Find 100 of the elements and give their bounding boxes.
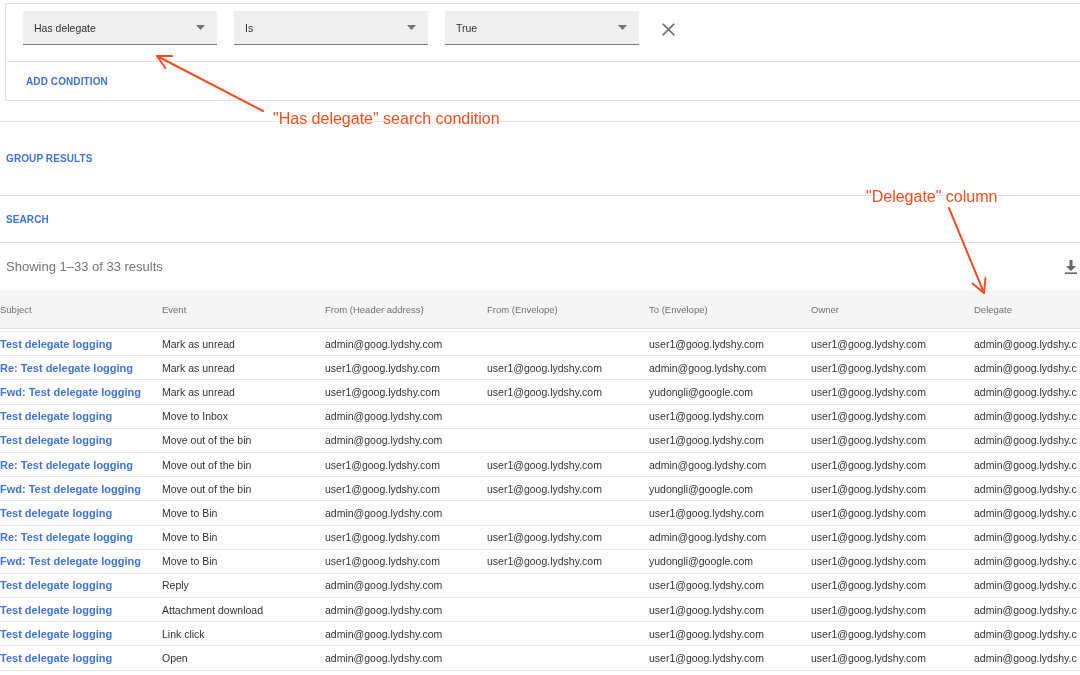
table-cell: admin@goog.lydshy.com xyxy=(325,506,443,519)
subject-link[interactable]: Re: Test delegate logging xyxy=(0,531,134,544)
table-cell: admin@goog.lydshy.com xyxy=(325,603,443,616)
subject-link[interactable]: Fwd: Test delegate logging xyxy=(0,385,141,398)
table-cell: user1@goog.lydshy.com xyxy=(811,385,926,398)
subject-link[interactable]: Test delegate logging xyxy=(0,506,113,519)
results-count: Showing 1–33 of 33 results xyxy=(6,259,163,274)
table-cell: user1@goog.lydshy.com xyxy=(811,627,926,640)
table-cell: user1@goog.lydshy.com xyxy=(487,482,602,495)
table-cell: admin@goog.lydshy.com xyxy=(325,434,443,447)
subject-link[interactable]: Re: Test delegate logging xyxy=(0,361,134,374)
table-cell: user1@goog.lydshy.com xyxy=(325,458,440,471)
table-cell: admin@goog.lydshy.c xyxy=(974,603,1077,616)
table-cell: admin@goog.lydshy.c xyxy=(974,434,1077,447)
table-cell: user1@goog.lydshy.com xyxy=(649,627,764,640)
subject-link[interactable]: Test delegate logging xyxy=(0,434,113,447)
table-cell: yudongli@google.com xyxy=(649,555,754,568)
table-cell: user1@goog.lydshy.com xyxy=(325,385,440,398)
table-cell: admin@goog.lydshy.c xyxy=(974,482,1077,495)
subject-link[interactable]: Fwd: Test delegate logging xyxy=(0,555,141,568)
table-cell: admin@goog.lydshy.c xyxy=(974,506,1077,519)
column-header: Delegate xyxy=(974,303,1013,315)
search-button[interactable]: SEARCH xyxy=(6,213,49,225)
table-cell: admin@goog.lydshy.c xyxy=(974,579,1077,592)
table-cell: user1@goog.lydshy.com xyxy=(811,579,926,592)
column-header: From (Header address) xyxy=(325,303,424,315)
table-cell: user1@goog.lydshy.com xyxy=(811,555,926,568)
subject-link[interactable]: Test delegate logging xyxy=(0,603,113,616)
annotation-text: "Delegate" column xyxy=(866,188,998,206)
caret-icon xyxy=(407,25,416,30)
table-cell: user1@goog.lydshy.com xyxy=(811,531,926,544)
table-cell: user1@goog.lydshy.com xyxy=(811,458,926,471)
table-cell: admin@goog.lydshy.com xyxy=(325,627,443,640)
table-cell: admin@goog.lydshy.c xyxy=(974,627,1077,640)
table-cell: user1@goog.lydshy.com xyxy=(487,458,602,471)
subject-link[interactable]: Test delegate logging xyxy=(0,579,113,592)
table-cell: admin@goog.lydshy.c xyxy=(974,531,1077,544)
select-field[interactable]: Has delegate xyxy=(23,11,217,45)
group-results-button[interactable]: GROUP RESULTS xyxy=(6,153,93,164)
table-cell: user1@goog.lydshy.com xyxy=(325,361,440,374)
table-cell: Link click xyxy=(162,627,205,640)
table-cell: user1@goog.lydshy.com xyxy=(649,506,764,519)
table-cell: user1@goog.lydshy.com xyxy=(649,579,764,592)
table-cell: Mark as unread xyxy=(162,337,235,350)
table-cell: user1@goog.lydshy.com xyxy=(325,555,440,568)
column-header: Owner xyxy=(811,303,839,315)
table-cell: user1@goog.lydshy.com xyxy=(487,385,602,398)
table-cell: Move to Bin xyxy=(162,531,218,544)
table-cell: Move to Bin xyxy=(162,506,218,519)
table-cell: Move out of the bin xyxy=(162,458,252,471)
subject-link[interactable]: Test delegate logging xyxy=(0,627,113,640)
table-cell: user1@goog.lydshy.com xyxy=(811,603,926,616)
add-condition-button[interactable]: ADD CONDITION xyxy=(26,75,108,87)
subject-link[interactable]: Re: Test delegate logging xyxy=(0,458,134,471)
table-cell: Attachment download xyxy=(162,603,263,616)
table-cell: admin@goog.lydshy.c xyxy=(974,410,1077,423)
table-cell: Open xyxy=(162,652,188,665)
table-cell: admin@goog.lydshy.c xyxy=(974,337,1077,350)
table-cell: user1@goog.lydshy.com xyxy=(811,410,926,423)
subject-link[interactable]: Fwd: Test delegate logging xyxy=(0,482,141,495)
column-header: Subject xyxy=(0,303,32,315)
table-cell: user1@goog.lydshy.com xyxy=(811,337,926,350)
table-cell: user1@goog.lydshy.com xyxy=(649,337,764,350)
table-cell: admin@goog.lydshy.com xyxy=(649,531,767,544)
table-cell: user1@goog.lydshy.com xyxy=(487,555,602,568)
table-cell: admin@goog.lydshy.c xyxy=(974,555,1077,568)
annotation-text: "Has delegate" search condition xyxy=(273,110,500,128)
table-cell: Mark as unread xyxy=(162,361,235,374)
table-cell: Reply xyxy=(162,579,189,592)
table-cell: yudongli@google.com xyxy=(649,482,754,495)
table-cell: Move out of the bin xyxy=(162,434,252,447)
table-cell: Move to Inbox xyxy=(162,410,228,423)
table-cell: user1@goog.lydshy.com xyxy=(325,482,440,495)
subject-link[interactable]: Test delegate logging xyxy=(0,337,113,350)
table-cell: Mark as unread xyxy=(162,385,235,398)
table-cell: admin@goog.lydshy.com xyxy=(325,410,443,423)
subject-link[interactable]: Test delegate logging xyxy=(0,410,113,423)
table-cell: user1@goog.lydshy.com xyxy=(325,531,440,544)
table-cell: user1@goog.lydshy.com xyxy=(811,482,926,495)
table-cell: user1@goog.lydshy.com xyxy=(487,361,602,374)
table-cell: admin@goog.lydshy.c xyxy=(974,458,1077,471)
table-cell: admin@goog.lydshy.c xyxy=(974,385,1077,398)
table-cell: admin@goog.lydshy.com xyxy=(325,579,443,592)
table-cell: user1@goog.lydshy.com xyxy=(811,506,926,519)
select-field[interactable]: Is xyxy=(234,11,428,45)
table-cell: Move to Bin xyxy=(162,555,218,568)
table-cell: user1@goog.lydshy.com xyxy=(649,603,764,616)
table-cell: user1@goog.lydshy.com xyxy=(811,361,926,374)
subject-link[interactable]: Test delegate logging xyxy=(0,652,113,665)
column-header: From (Envelope) xyxy=(487,303,558,315)
table-cell: user1@goog.lydshy.com xyxy=(649,652,764,665)
table-cell: admin@goog.lydshy.com xyxy=(325,337,443,350)
table-cell: admin@goog.lydshy.c xyxy=(974,652,1077,665)
column-header: Event xyxy=(162,303,187,315)
table-cell: user1@goog.lydshy.com xyxy=(811,434,926,447)
table-cell: admin@goog.lydshy.com xyxy=(649,361,767,374)
table-cell: admin@goog.lydshy.com xyxy=(325,652,443,665)
table-cell: user1@goog.lydshy.com xyxy=(487,531,602,544)
select-field[interactable]: True xyxy=(445,11,639,45)
table-cell: user1@goog.lydshy.com xyxy=(649,434,764,447)
